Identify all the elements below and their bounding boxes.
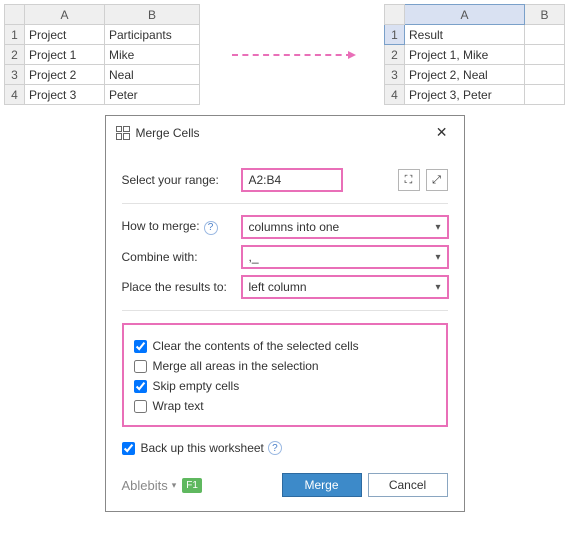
range-input[interactable]: A2:B4 bbox=[242, 169, 342, 191]
row-header[interactable]: 4 bbox=[5, 85, 25, 105]
cell[interactable]: Project 2, Neal bbox=[405, 65, 525, 85]
how-to-merge-select[interactable]: columns into one▾ bbox=[242, 216, 448, 238]
range-label: Select your range: bbox=[122, 173, 242, 187]
row-header[interactable]: 1 bbox=[385, 25, 405, 45]
cell[interactable]: Peter bbox=[105, 85, 200, 105]
select-range-icon[interactable]: ⛶ bbox=[398, 169, 420, 191]
f1-help-badge[interactable]: F1 bbox=[182, 478, 202, 493]
chevron-down-icon: ▾ bbox=[435, 282, 440, 293]
row-header[interactable]: 2 bbox=[385, 45, 405, 65]
arrow-icon bbox=[210, 54, 374, 56]
place-results-label: Place the results to: bbox=[122, 280, 242, 294]
merge-cells-dialog: Merge Cells ✕ Select your range: A2:B4 ⛶… bbox=[105, 115, 465, 512]
col-header-b[interactable]: B bbox=[105, 5, 200, 25]
combine-with-select[interactable]: ,_▾ bbox=[242, 246, 448, 268]
chevron-down-icon: ▾ bbox=[172, 480, 177, 491]
cell[interactable]: Project bbox=[25, 25, 105, 45]
cell[interactable]: Mike bbox=[105, 45, 200, 65]
corner-cell[interactable] bbox=[5, 5, 25, 25]
row-header[interactable]: 2 bbox=[5, 45, 25, 65]
cell[interactable]: Project 3, Peter bbox=[405, 85, 525, 105]
merge-areas-checkbox[interactable]: Merge all areas in the selection bbox=[134, 359, 436, 373]
clear-contents-checkbox[interactable]: Clear the contents of the selected cells bbox=[134, 339, 436, 353]
merge-button[interactable]: Merge bbox=[282, 473, 362, 497]
col-header-a[interactable]: A bbox=[25, 5, 105, 25]
cell[interactable]: Participants bbox=[105, 25, 200, 45]
options-group: Clear the contents of the selected cells… bbox=[122, 323, 448, 427]
place-results-select[interactable]: left column▾ bbox=[242, 276, 448, 298]
cell[interactable] bbox=[525, 25, 565, 45]
cell[interactable]: Project 2 bbox=[25, 65, 105, 85]
wrap-text-checkbox[interactable]: Wrap text bbox=[134, 399, 436, 413]
row-header[interactable]: 4 bbox=[385, 85, 405, 105]
merge-cells-icon bbox=[116, 126, 130, 140]
col-header-b[interactable]: B bbox=[525, 5, 565, 25]
expand-range-icon[interactable]: ⤢ bbox=[426, 169, 448, 191]
cell[interactable] bbox=[525, 85, 565, 105]
source-sheet: A B 1 Project Participants 2 Project 1 M… bbox=[4, 4, 200, 105]
close-icon[interactable]: ✕ bbox=[430, 122, 454, 143]
skip-empty-checkbox[interactable]: Skip empty cells bbox=[134, 379, 436, 393]
brand-menu[interactable]: Ablebits▾ bbox=[122, 478, 177, 493]
cell[interactable]: Project 3 bbox=[25, 85, 105, 105]
result-sheet: A B 1 Result 2 Project 1, Mike 3 Project… bbox=[384, 4, 565, 105]
cell[interactable] bbox=[525, 45, 565, 65]
cell[interactable]: Project 1, Mike bbox=[405, 45, 525, 65]
chevron-down-icon: ▾ bbox=[435, 222, 440, 233]
cell[interactable] bbox=[525, 65, 565, 85]
backup-checkbox[interactable]: Back up this worksheet ? bbox=[122, 441, 448, 455]
cell[interactable]: Neal bbox=[105, 65, 200, 85]
cancel-button[interactable]: Cancel bbox=[368, 473, 448, 497]
help-icon[interactable]: ? bbox=[268, 441, 282, 455]
corner-cell[interactable] bbox=[385, 5, 405, 25]
cell[interactable]: Project 1 bbox=[25, 45, 105, 65]
row-header[interactable]: 1 bbox=[5, 25, 25, 45]
cell[interactable]: Result bbox=[405, 25, 525, 45]
help-icon[interactable]: ? bbox=[204, 221, 218, 235]
dialog-title: Merge Cells bbox=[136, 126, 430, 140]
row-header[interactable]: 3 bbox=[385, 65, 405, 85]
row-header[interactable]: 3 bbox=[5, 65, 25, 85]
how-to-merge-label: How to merge:? bbox=[122, 219, 242, 235]
col-header-a[interactable]: A bbox=[405, 5, 525, 25]
chevron-down-icon: ▾ bbox=[435, 252, 440, 263]
combine-with-label: Combine with: bbox=[122, 250, 242, 264]
